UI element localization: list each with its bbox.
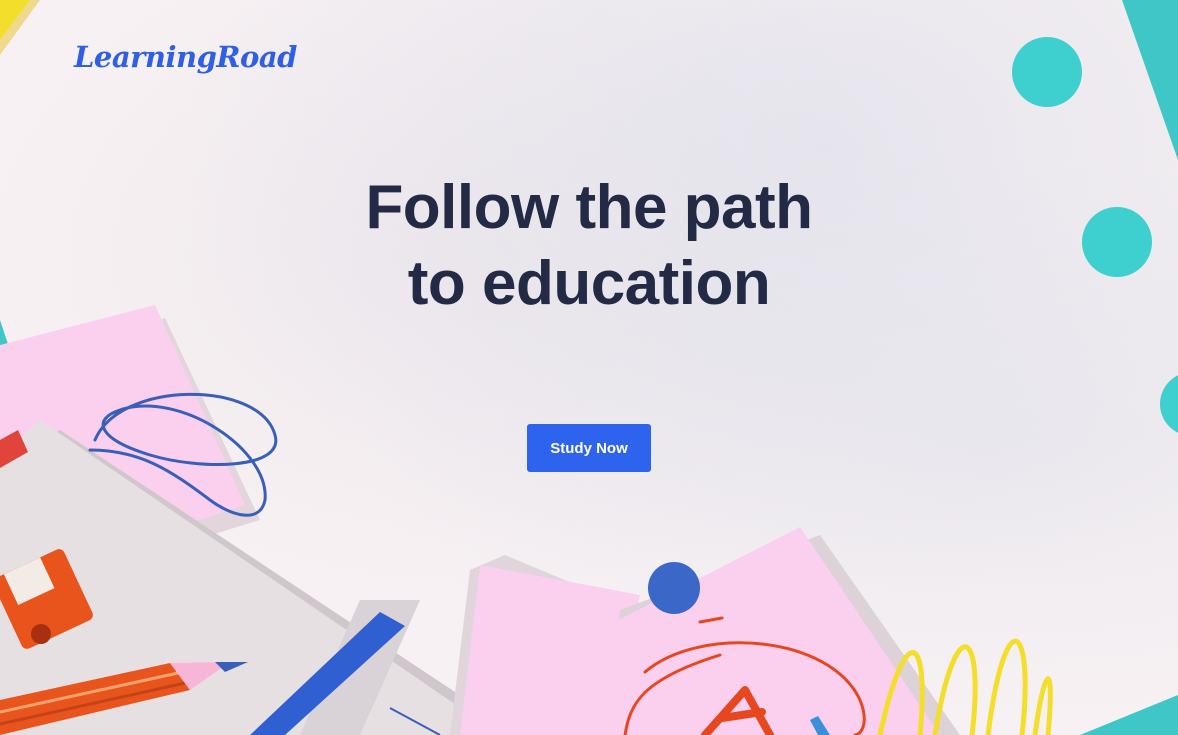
blue-dot [648,562,700,614]
hero-title: Follow the path to education [0,170,1178,322]
logo[interactable]: LearningRoad [74,40,297,74]
hero-title-line-2: to education [407,249,771,318]
landing-page: LearningRoad Follow the path to educatio… [0,0,1178,735]
teal-dot-3 [1160,375,1178,433]
teal-dot-1 [1012,37,1082,107]
hero-title-line-1: Follow the path [365,173,813,242]
teal-edge-top-right [1122,0,1178,160]
teal-edge-bottom-right [1080,695,1178,735]
decorative-illustration [0,0,1178,735]
study-now-button[interactable]: Study Now [527,424,651,472]
